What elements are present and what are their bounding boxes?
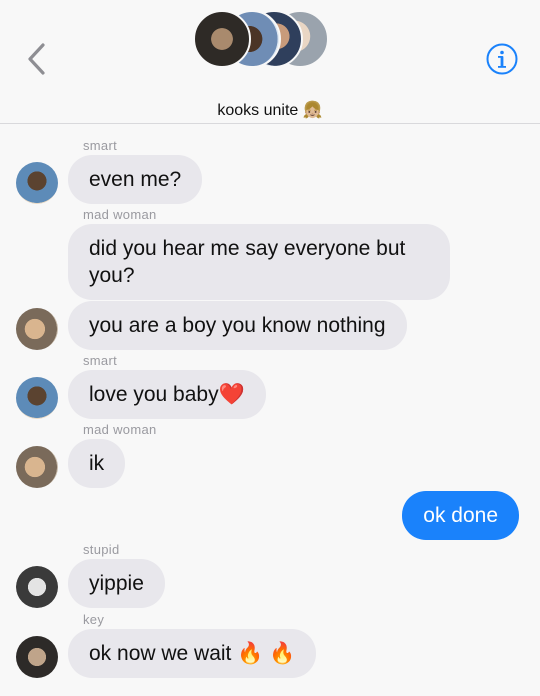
avatar[interactable] bbox=[16, 377, 58, 419]
avatar[interactable] bbox=[16, 308, 58, 350]
conversation-header: kooks unite 👧🏼 bbox=[0, 0, 540, 124]
sender-name: smart bbox=[83, 138, 117, 153]
info-circle-icon bbox=[486, 43, 518, 75]
sender-name: smart bbox=[83, 353, 117, 368]
message-thread: smart even me? mad woman did you hear me… bbox=[0, 125, 540, 696]
group-avatars[interactable] bbox=[193, 10, 329, 70]
info-button[interactable] bbox=[486, 43, 518, 75]
avatar[interactable] bbox=[16, 566, 58, 608]
sender-name: key bbox=[83, 612, 105, 627]
avatar[interactable] bbox=[16, 446, 58, 488]
message-bubble[interactable]: love you baby❤️ bbox=[68, 370, 266, 419]
group-avatar bbox=[193, 10, 251, 68]
sender-name: mad woman bbox=[83, 207, 157, 222]
avatar[interactable] bbox=[16, 636, 58, 678]
message-bubble[interactable]: did you hear me say everyone but you? bbox=[68, 224, 450, 300]
message-bubble[interactable]: ik bbox=[68, 439, 126, 488]
sender-name: stupid bbox=[83, 542, 120, 557]
message-bubble[interactable]: even me? bbox=[68, 155, 203, 204]
outgoing-message-bubble[interactable]: ok done bbox=[402, 491, 519, 540]
message-bubble[interactable]: ok now we wait 🔥 🔥 bbox=[68, 629, 317, 678]
message-bubble[interactable]: you are a boy you know nothing bbox=[68, 301, 407, 350]
back-button[interactable] bbox=[22, 42, 52, 76]
avatar[interactable] bbox=[16, 162, 58, 204]
message-bubble[interactable]: yippie bbox=[68, 559, 165, 608]
group-name[interactable]: kooks unite 👧🏼 bbox=[0, 100, 540, 120]
chevron-left-icon bbox=[28, 43, 45, 75]
sender-name: mad woman bbox=[83, 422, 157, 437]
